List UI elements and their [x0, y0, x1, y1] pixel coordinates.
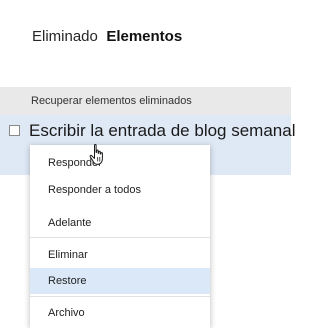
recover-deleted-items-bar[interactable]: Recuperar elementos eliminados: [0, 87, 291, 115]
context-menu: Responder Responder a todos Adelante Eli…: [30, 145, 210, 328]
menu-item-responder[interactable]: Responder: [30, 150, 210, 176]
menu-divider: [30, 237, 210, 238]
folder-header: Eliminado Elementos: [32, 28, 182, 50]
header-word-eliminado: Eliminado: [32, 28, 98, 45]
item-checkbox[interactable]: [9, 125, 20, 136]
item-subject: Escribir la entrada de blog semanal: [29, 121, 296, 140]
menu-item-archivo[interactable]: Archivo: [30, 300, 210, 326]
recover-deleted-items-link[interactable]: Recuperar elementos eliminados: [31, 95, 192, 107]
menu-item-responder-a-todos[interactable]: Responder a todos: [30, 177, 210, 203]
menu-item-label: Responder a todos: [48, 184, 141, 196]
menu-item-label: Eliminar: [48, 249, 88, 261]
menu-item-label: Adelante: [48, 217, 92, 229]
hand-pointer-cursor-icon: [89, 143, 103, 165]
menu-item-restore[interactable]: Restore: [30, 268, 210, 294]
menu-divider: [30, 296, 210, 297]
header-word-elementos: Elementos: [106, 28, 183, 45]
menu-item-label: Restore: [48, 275, 87, 287]
menu-item-eliminar[interactable]: Eliminar: [30, 242, 210, 268]
menu-item-label: Archivo: [48, 307, 85, 319]
menu-item-adelante[interactable]: Adelante: [30, 210, 210, 236]
